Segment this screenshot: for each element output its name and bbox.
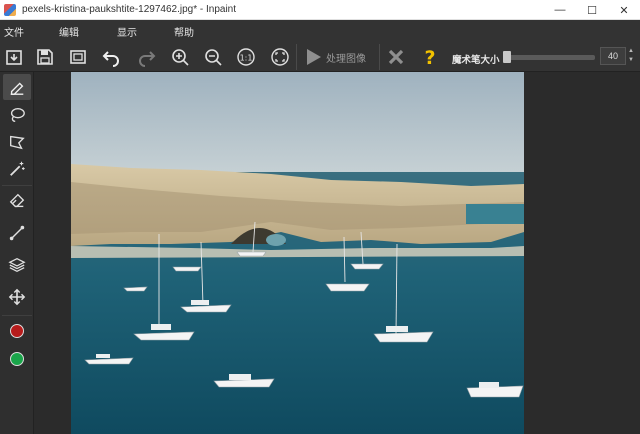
svg-text:1:1: 1:1 — [240, 54, 253, 63]
toolbar-separator — [296, 44, 297, 70]
save-button[interactable] — [33, 45, 57, 69]
secondary-color-swatch — [10, 352, 24, 366]
brush-size-slider-handle[interactable] — [503, 51, 511, 63]
actual-size-button[interactable]: 1:1 — [234, 45, 258, 69]
secondary-color-button[interactable] — [3, 346, 31, 372]
layers-tool-button[interactable] — [3, 252, 31, 278]
undo-icon — [102, 51, 119, 67]
eraser-tool-button[interactable] — [3, 188, 31, 214]
magic-wand-icon — [10, 161, 25, 176]
zoom-out-icon — [205, 49, 222, 66]
line-tool-button[interactable] — [3, 220, 31, 246]
lasso-tool-button[interactable] — [3, 102, 31, 128]
redo-icon — [139, 51, 156, 67]
move-icon — [8, 288, 26, 306]
brush-size-label: 魔术笔大小 — [452, 55, 500, 66]
minimize-button[interactable]: — — [544, 0, 576, 20]
fit-screen-button[interactable] — [268, 45, 292, 69]
spin-down-button[interactable]: ▼ — [627, 56, 635, 64]
process-image-button[interactable]: 处理图像 — [303, 45, 366, 69]
photo-image — [71, 72, 524, 434]
cancel-icon — [388, 49, 404, 65]
save-as-icon — [70, 50, 86, 64]
process-image-label: 处理图像 — [326, 53, 366, 65]
menu-file[interactable]: 文件 — [4, 24, 24, 39]
move-tool-button[interactable] — [3, 284, 31, 310]
fit-screen-icon — [271, 48, 289, 66]
polygon-lasso-icon — [10, 135, 25, 150]
window-controls: — ☐ ✕ — [544, 0, 640, 20]
layers-icon — [8, 257, 26, 273]
title-bar: pexels-kristina-paukshtite-1297462.jpg* … — [0, 0, 640, 20]
marker-tool-button[interactable] — [3, 74, 31, 100]
polygon-lasso-tool-button[interactable] — [3, 129, 31, 155]
undo-button[interactable] — [100, 45, 124, 69]
spin-up-button[interactable]: ▲ — [627, 47, 635, 55]
menu-bar: 文件 编辑 显示 帮助 — [0, 20, 640, 42]
app-icon — [4, 3, 16, 16]
open-button[interactable] — [2, 45, 26, 69]
brush-size-input[interactable]: 40 — [600, 47, 626, 65]
toolbar-separator — [379, 44, 380, 70]
primary-color-button[interactable] — [3, 318, 31, 344]
sidebar-separator — [2, 315, 32, 316]
line-icon — [9, 225, 25, 241]
zoom-in-icon — [172, 49, 189, 66]
tool-sidebar — [0, 72, 34, 434]
toolbar: 1:1 处理图像 ? 魔术笔大小 — [0, 42, 640, 72]
redo-button[interactable] — [134, 45, 158, 69]
help-icon: ? — [424, 47, 435, 67]
cancel-button[interactable] — [384, 45, 408, 69]
menu-help[interactable]: 帮助 — [174, 24, 194, 39]
close-button[interactable]: ✕ — [608, 0, 640, 20]
maximize-button[interactable]: ☐ — [576, 0, 608, 20]
open-icon — [6, 50, 22, 65]
zoom-out-button[interactable] — [201, 45, 225, 69]
primary-color-swatch — [10, 324, 24, 338]
magic-wand-tool-button[interactable] — [3, 156, 31, 182]
sidebar-separator — [2, 185, 32, 186]
play-icon — [307, 49, 321, 65]
zoom-in-button[interactable] — [168, 45, 192, 69]
eraser-icon — [9, 193, 25, 208]
actual-size-icon: 1:1 — [237, 48, 255, 66]
save-as-button[interactable] — [66, 45, 90, 69]
lasso-icon — [10, 108, 25, 122]
window-title: pexels-kristina-paukshtite-1297462.jpg* … — [22, 4, 237, 15]
marker-icon — [10, 82, 24, 95]
image-canvas[interactable] — [71, 72, 524, 434]
save-icon — [37, 49, 53, 65]
brush-size-slider[interactable] — [503, 55, 595, 60]
menu-edit[interactable]: 编辑 — [59, 24, 79, 39]
help-button[interactable]: ? — [418, 45, 442, 69]
menu-view[interactable]: 显示 — [117, 24, 137, 39]
svg-text:?: ? — [424, 47, 435, 67]
